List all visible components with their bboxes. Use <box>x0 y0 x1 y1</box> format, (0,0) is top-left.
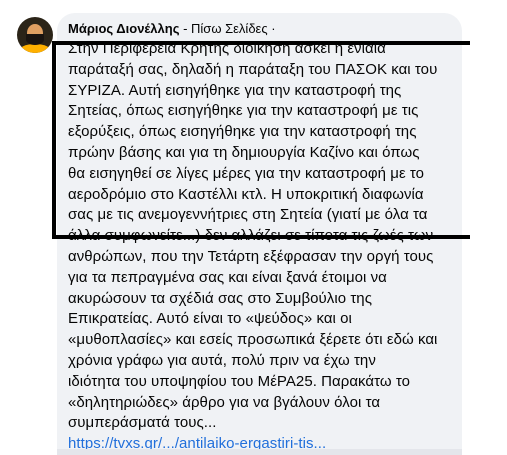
comment-line: ΣΥΡΙΖΑ. Αυτή εισηγήθηκε για την καταστρο… <box>68 81 402 99</box>
comment-line: άλλα συμφωνείτε...) δεν αλλάζει σε τίποτ… <box>68 227 434 245</box>
author-dot: · <box>267 21 276 36</box>
comment-line: αεροδρόμιο στο Καστέλλι κτλ. Η υποκριτικ… <box>68 185 424 203</box>
author-avatar[interactable] <box>17 17 53 53</box>
comment-line: Επικρατείας. Αυτό είναι το «ψεύδος» και … <box>68 310 352 328</box>
comment-line: «δηλητηριώδες» άρθρο για να βγάλουν όλοι… <box>68 393 381 411</box>
page-margin <box>470 0 507 455</box>
comment-line: ιδιότητα του υποψηφίου του ΜέΡΑ25. Παρακ… <box>68 372 411 390</box>
comment-line: «μυθοπλασίες» και εσείς προσωπικά ξέρετε… <box>68 331 438 349</box>
avatar-shirt <box>19 44 51 53</box>
comment-line: παράταξή σας, δηλαδή η παράταξη του ΠΑΣΟ… <box>68 60 438 78</box>
comment-line: σας με τις ανεμογεννήτριες στη Σητεία (γ… <box>68 206 428 224</box>
link-preview-edge[interactable] <box>57 449 462 455</box>
comment-line: συμπεράσματά τους... <box>68 414 217 432</box>
comment-line: εξορύξεις, όπως εισηγήθηκε για την κατασ… <box>68 123 417 141</box>
author-name[interactable]: Μάριος Διονέλλης <box>68 21 179 36</box>
avatar-beard <box>26 34 44 45</box>
comment-line: ανθρώπων, που την Τετάρτη εξέφρασαν την … <box>68 247 434 265</box>
comment-line: πρώην βάσης και για τη δημιουργία Καζίνο… <box>68 143 420 161</box>
comment-line: Σητείας, όπως εισηγήθηκε για την καταστρ… <box>68 102 419 120</box>
comment-line: χρόνια γράφω για αυτά, πολύ πριν να έχω … <box>68 351 376 369</box>
comment-line: για τα πεπραγμένα σας και είναι ξανά έτο… <box>68 268 387 286</box>
comment-line: θα εισηγηθεί σε λίγες μέρες για την κατα… <box>68 164 425 182</box>
comment-header: Μάριος Διονέλλης - Πίσω Σελίδες · <box>68 21 276 37</box>
comment-body: Στην Περιφέρεια Κρήτης διοίκηση ασκεί η … <box>68 39 458 455</box>
author-affiliation[interactable]: Πίσω Σελίδες <box>191 21 268 36</box>
author-separator: - <box>179 21 192 36</box>
comment-line: ακυρώσουν τα σχέδιά σας στο Συμβούλιο τη… <box>68 289 372 307</box>
comment-line: Στην Περιφέρεια Κρήτης διοίκηση ασκεί η … <box>68 40 386 57</box>
